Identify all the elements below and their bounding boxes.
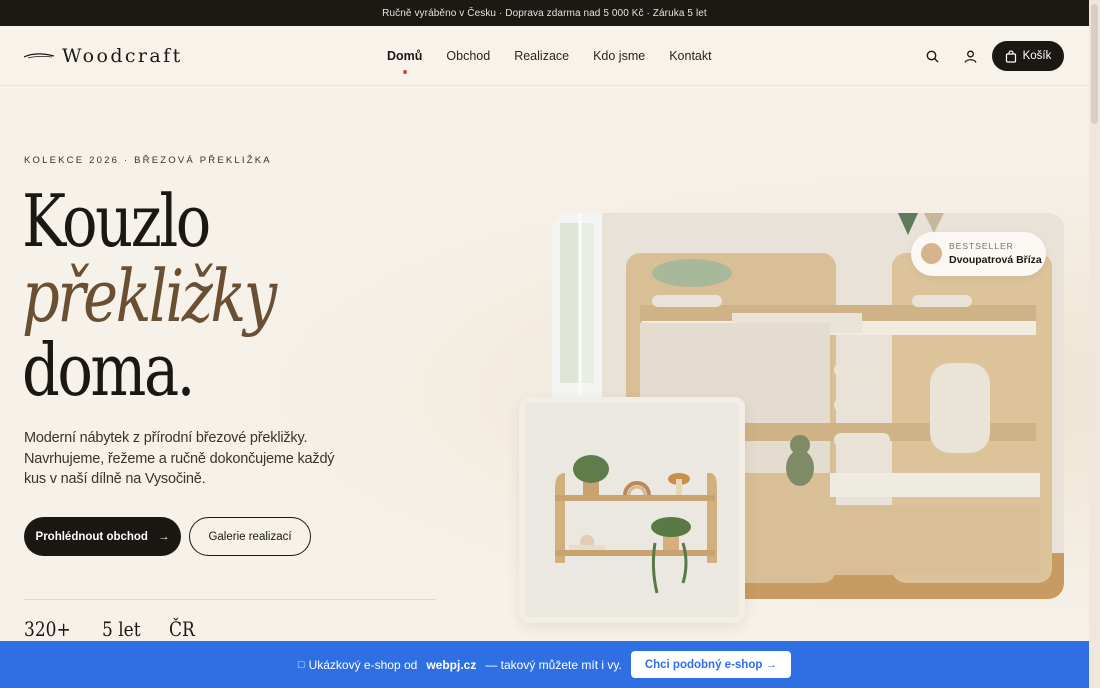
badge-product-name: Dvoupatrová Bříza [949, 254, 1042, 266]
hero-headline-line2: překližky [22, 254, 277, 338]
user-icon [964, 50, 976, 63]
cart-button[interactable]: Košík [992, 41, 1064, 71]
arrow-right-icon: → [157, 530, 170, 543]
announcement-bar: Ručně vyráběno v Česku · Doprava zdarma … [0, 0, 1089, 26]
nav-item-shop[interactable]: Obchod [446, 26, 490, 86]
shopping-bag-icon [1005, 49, 1016, 63]
hero-headline-line1: Kouzlo [22, 179, 211, 263]
promo-brand-link[interactable]: webpj.cz [426, 658, 476, 672]
scrollbar-thumb[interactable] [1091, 4, 1098, 124]
badge-label: BESTSELLER [949, 241, 1014, 251]
hero-headline-line3: doma. [22, 328, 195, 412]
badge-dot [921, 243, 942, 264]
nav-item-projects[interactable]: Realizace [514, 26, 569, 86]
cart-label: Košík [1022, 50, 1052, 62]
logo-text: Woodcraft [62, 45, 183, 67]
browse-shop-button[interactable]: Prohlédnout obchod → [24, 517, 181, 556]
promo-cta-button[interactable]: Chci podobný e-shop → [630, 651, 792, 678]
stat-projects: 320+ [24, 617, 71, 641]
stat-country: ČR [169, 617, 195, 641]
promo-text-after: — takový můžete mít i vy. [485, 657, 622, 672]
promo-bar: □ Ukázkový e-shop od webpj.cz — takový m… [0, 641, 1089, 688]
gallery-button[interactable]: Galerie realizací [189, 517, 311, 556]
account-button[interactable] [960, 46, 980, 66]
promo-text-before: Ukázkový e-shop od [308, 657, 418, 672]
promo-icon: □ [297, 658, 305, 671]
nav-item-contact[interactable]: Kontakt [669, 26, 711, 86]
hero-lead: Moderní nábytek z přírodní březové překl… [24, 430, 335, 487]
nav-item-about[interactable]: Kdo jsme [593, 26, 645, 86]
browse-shop-label: Prohlédnout obchod [35, 530, 148, 543]
stats-divider [24, 599, 436, 600]
gallery-label: Galerie realizací [208, 530, 292, 543]
scrollbar[interactable] [1089, 0, 1100, 688]
site-header: Woodcraft Domů Obchod Realizace Kdo jsme… [0, 26, 1089, 86]
announcement-text: Ručně vyráběno v Česku · Doprava zdarma … [382, 7, 707, 19]
hero-eyebrow: KOLEKCE 2026 · BŘEZOVÁ PŘEKLIŽKA [24, 155, 272, 166]
nav-item-home[interactable]: Domů [387, 26, 422, 86]
search-icon [926, 50, 938, 62]
logo-mark-icon [24, 53, 54, 59]
stat-warranty: 5 let [102, 617, 141, 641]
hero-inset-photo [519, 397, 745, 623]
main-nav: Domů Obchod Realizace Kdo jsme Kontakt [387, 26, 712, 86]
logo[interactable]: Woodcraft [24, 42, 183, 70]
search-button[interactable] [922, 46, 942, 66]
bestseller-badge[interactable]: BESTSELLER Dvoupatrová Bříza [911, 232, 1046, 276]
